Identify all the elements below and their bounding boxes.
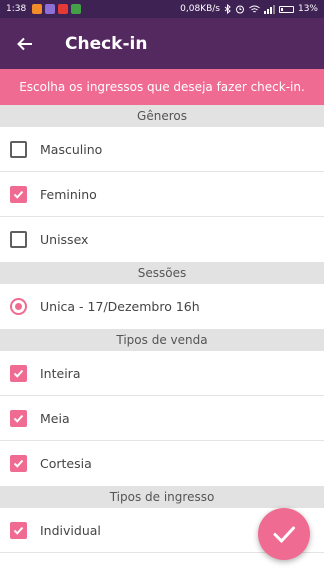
option-label: Individual — [40, 522, 101, 538]
section-title: Tipos de venda — [116, 333, 208, 347]
checkbox-unchecked-icon[interactable] — [10, 231, 27, 248]
section-header-tipos-venda: Tipos de venda — [0, 329, 324, 351]
option-label: Masculino — [40, 141, 103, 157]
page-title: Check-in — [65, 33, 148, 54]
app-notification-icon — [32, 4, 43, 14]
option-row-inteira[interactable]: Inteira — [0, 351, 324, 396]
section-title: Gêneros — [137, 109, 187, 123]
option-row-masculino[interactable]: Masculino — [0, 127, 324, 172]
radio-selected-icon[interactable] — [10, 298, 27, 315]
confirm-check-in-button[interactable] — [258, 508, 310, 560]
option-label: Unica - 17/Dezembro 16h — [40, 299, 200, 314]
status-bar: 1:38 0,08KB/s 13% — [0, 0, 324, 18]
instruction-banner: Escolha os ingressos que deseja fazer ch… — [0, 69, 324, 105]
option-label: Meia — [40, 410, 70, 426]
checkbox-checked-icon[interactable] — [10, 455, 27, 472]
wifi-icon — [249, 5, 260, 12]
option-row-sessao[interactable]: Unica - 17/Dezembro 16h — [0, 284, 324, 329]
back-button[interactable] — [0, 18, 50, 69]
check-in-list: Gêneros Masculino Feminino Unissex Sessõ… — [0, 105, 324, 553]
checkbox-checked-icon[interactable] — [10, 185, 27, 203]
arrow-left-icon — [17, 37, 32, 50]
status-time: 1:38 — [6, 4, 27, 14]
option-label: Inteira — [40, 365, 81, 381]
youtube-icon — [58, 4, 69, 14]
section-title: Sessões — [137, 266, 187, 280]
app-notification-icon — [45, 4, 56, 14]
signal-icon — [263, 4, 275, 14]
option-label: Cortesia — [40, 456, 92, 471]
banner-text: Escolha os ingressos que deseja fazer ch… — [19, 80, 305, 94]
section-header-sessoes: Sessões — [0, 262, 324, 284]
checkbox-unchecked-icon[interactable] — [10, 140, 27, 158]
bluetooth-icon — [224, 4, 231, 14]
checkbox-checked-icon[interactable] — [10, 521, 27, 539]
checkbox-checked-icon[interactable] — [10, 364, 27, 382]
option-row-cortesia[interactable]: Cortesia — [0, 441, 324, 486]
section-header-tipos-ingresso: Tipos de ingresso — [0, 486, 324, 508]
option-label: Unissex — [40, 232, 89, 247]
section-title: Tipos de ingresso — [109, 490, 215, 504]
alarm-icon — [235, 5, 244, 14]
status-right: 0,08KB/s 13% — [180, 4, 318, 14]
option-row-unissex[interactable]: Unissex — [0, 217, 324, 262]
option-row-meia[interactable]: Meia — [0, 396, 324, 441]
battery-percent: 13% — [297, 4, 318, 14]
checkbox-checked-icon[interactable] — [10, 409, 27, 427]
option-row-feminino[interactable]: Feminino — [0, 172, 324, 217]
battery-icon — [278, 5, 294, 13]
app-bar: Check-in — [0, 18, 324, 69]
network-speed: 0,08KB/s — [180, 4, 220, 14]
section-header-generos: Gêneros — [0, 105, 324, 127]
notification-icons — [32, 4, 82, 14]
option-label: Feminino — [40, 186, 97, 202]
checkmark-icon — [273, 526, 295, 544]
phone-icon — [71, 4, 82, 14]
